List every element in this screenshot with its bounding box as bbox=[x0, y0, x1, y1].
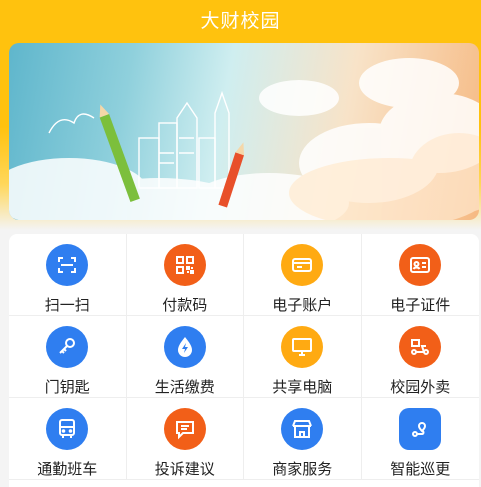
banner-image[interactable] bbox=[9, 43, 479, 220]
service-label: 电子证件 bbox=[390, 296, 451, 314]
service-item-door-key[interactable]: 门钥匙 bbox=[9, 316, 127, 398]
service-item-complaints[interactable]: 投诉建议 bbox=[126, 398, 244, 480]
service-item-campus-takeout[interactable]: 校园外卖 bbox=[361, 316, 479, 398]
service-item-smart-patrol[interactable]: 智能巡更 bbox=[361, 398, 479, 480]
route-map-icon bbox=[399, 408, 442, 450]
service-item-scan[interactable]: 扫一扫 bbox=[9, 234, 127, 316]
service-item-merchant-services[interactable]: 商家服务 bbox=[244, 398, 362, 480]
service-label: 智能巡更 bbox=[390, 460, 451, 478]
sky-pencils-illustration bbox=[9, 58, 479, 220]
bus-icon bbox=[46, 408, 89, 450]
monitor-icon bbox=[281, 326, 324, 368]
service-label: 校园外卖 bbox=[390, 378, 451, 396]
key-icon bbox=[46, 326, 89, 368]
service-grid: 扫一扫 付款码 电子账户 电子证件 门钥匙 生活缴费 共享电脑 校园外卖 通勤班… bbox=[9, 234, 479, 487]
chat-bubble-icon bbox=[163, 408, 206, 450]
service-label: 付款码 bbox=[162, 296, 208, 314]
shop-icon bbox=[281, 408, 324, 450]
service-label: 共享电脑 bbox=[272, 378, 333, 396]
service-label: 电子账户 bbox=[272, 296, 333, 314]
service-label: 商家服务 bbox=[272, 460, 333, 478]
water-drop-bolt-icon bbox=[163, 326, 206, 368]
service-item-e-account[interactable]: 电子账户 bbox=[244, 234, 362, 316]
service-label: 通勤班车 bbox=[37, 460, 98, 478]
page-title: 大财校园 bbox=[200, 10, 281, 32]
service-item-shared-computer[interactable]: 共享电脑 bbox=[244, 316, 362, 398]
service-item-e-id[interactable]: 电子证件 bbox=[361, 234, 479, 316]
service-label: 生活缴费 bbox=[154, 378, 215, 396]
service-label: 投诉建议 bbox=[154, 460, 215, 478]
service-item-shuttle-bus[interactable]: 通勤班车 bbox=[9, 398, 127, 480]
service-label: 门钥匙 bbox=[44, 378, 90, 396]
service-item-utility-payment[interactable]: 生活缴费 bbox=[126, 316, 244, 398]
service-item-payment-code[interactable]: 付款码 bbox=[126, 234, 244, 316]
service-label: 扫一扫 bbox=[44, 296, 90, 314]
delivery-scooter-icon bbox=[399, 326, 442, 368]
qr-code-icon bbox=[163, 244, 206, 286]
scan-icon bbox=[46, 244, 89, 286]
card-icon bbox=[281, 244, 324, 286]
id-card-icon bbox=[399, 244, 442, 286]
